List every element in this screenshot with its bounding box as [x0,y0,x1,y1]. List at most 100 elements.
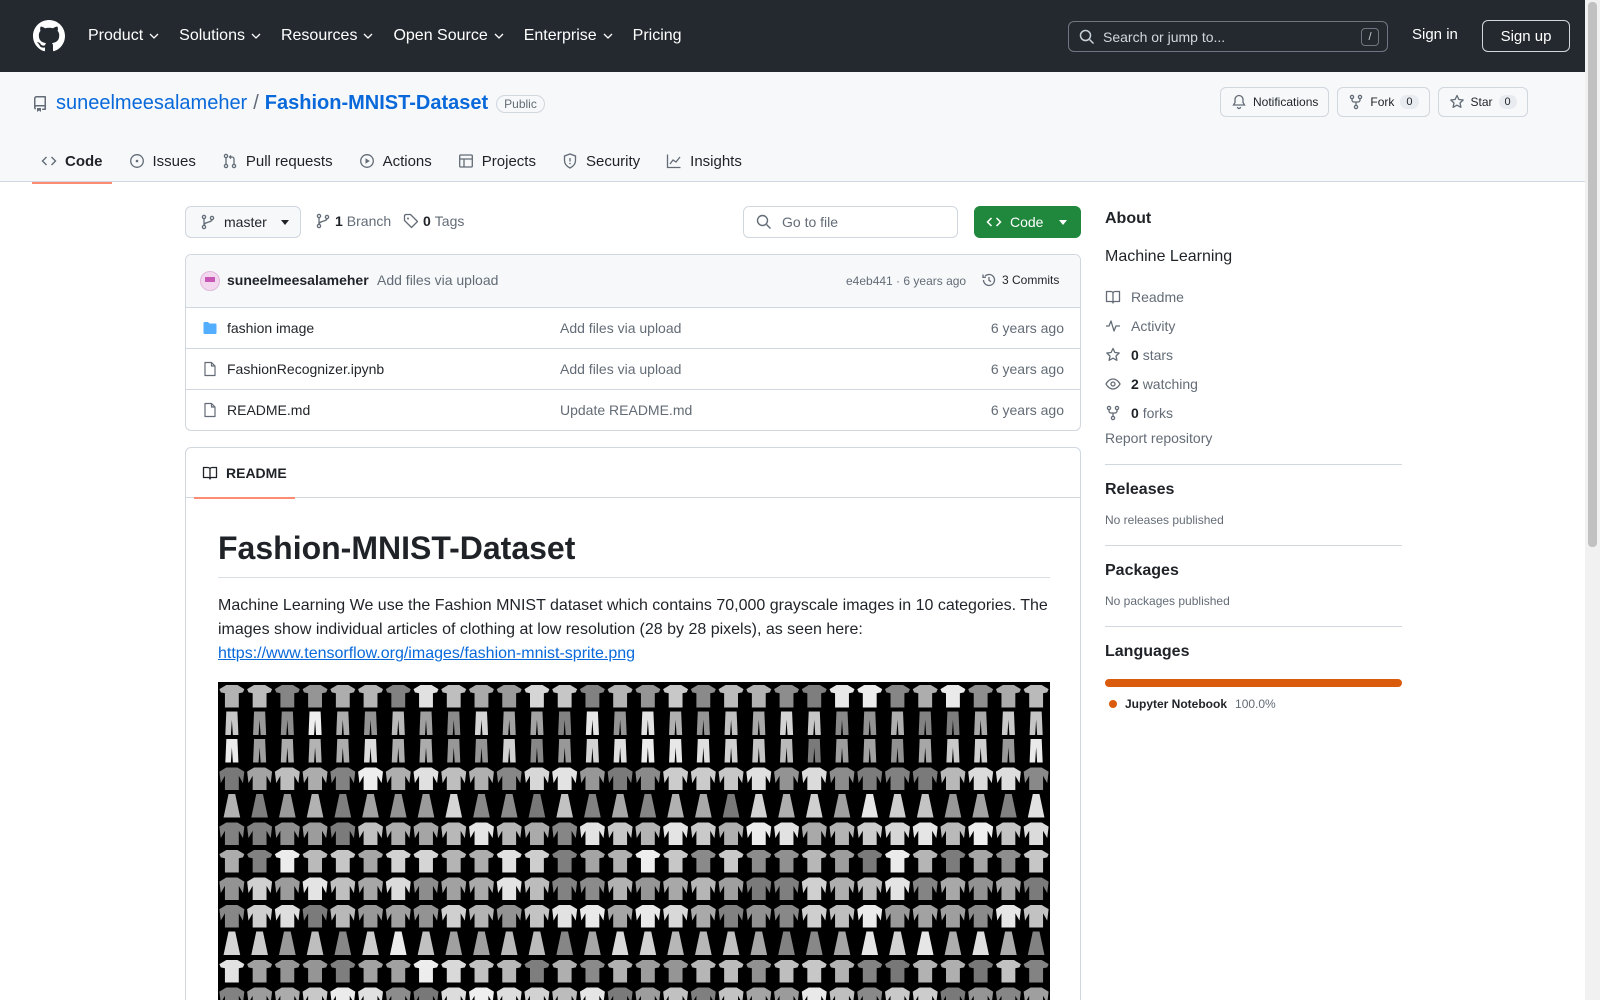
repo-separator: / [253,92,259,114]
forks-link[interactable]: 0 forks [1105,398,1402,427]
file-commit-message[interactable]: Update README.md [560,402,692,418]
clothing-item [251,794,268,818]
clothing-item [639,794,657,818]
clothing-item [247,850,273,873]
clothing-item [995,877,1021,900]
scrollbar-thumb[interactable] [1588,2,1597,547]
branch-label: Branch [346,213,392,229]
star-button[interactable]: Star 0 [1437,87,1528,117]
file-name-link[interactable]: FashionRecognizer.ipynb [227,361,384,377]
history-icon [982,273,996,287]
clothing-item [912,850,938,873]
clothing-item [385,877,411,900]
clothing-item [774,987,800,1000]
tab-projects[interactable]: Projects [449,140,545,182]
star-count: 0 [1498,95,1517,109]
tab-actions[interactable]: Actions [350,140,441,182]
page-scrollbar[interactable] [1585,0,1600,1000]
clothing-item [552,987,578,1000]
clothing-item [774,685,800,708]
clothing-item [413,877,439,900]
file-commit-message[interactable]: Add files via upload [560,320,681,336]
clothing-item [912,905,938,928]
nav-pricing[interactable]: Pricing [633,27,682,45]
clothing-item [330,960,356,983]
chevron-down-icon [251,33,261,39]
github-logo-icon[interactable] [33,20,65,52]
clothing-item [274,987,300,1000]
file-name-link[interactable]: fashion image [227,320,314,336]
commit-hash-time[interactable]: e4eb441 · 6 years ago [846,274,966,288]
code-dropdown-button[interactable]: Code [974,206,1081,238]
nav-solutions[interactable]: Solutions [179,27,261,45]
clothing-item [585,711,599,735]
tab-readme[interactable]: README [194,448,295,499]
clothing-item [912,767,938,790]
clothing-item [496,767,522,790]
clothing-item [805,931,823,955]
file-commit-message[interactable]: Add files via upload [560,361,681,377]
clothing-item [253,711,267,735]
commit-message-link[interactable]: Add files via upload [377,272,498,288]
file-name-link[interactable]: README.md [227,402,310,418]
commits-link[interactable]: 3 Commits [981,272,1059,288]
clothing-item [447,739,461,763]
clothing-item [219,850,245,873]
nav-resources[interactable]: Resources [281,27,373,45]
nav-open-source[interactable]: Open Source [393,27,504,45]
table-row[interactable]: FashionRecognizer.ipynb Add files via up… [186,349,1080,390]
language-item[interactable]: Jupyter Notebook 100.0% [1105,697,1402,711]
clothing-item [690,877,716,900]
branch-selector[interactable]: master [185,206,301,238]
avatar[interactable] [200,271,220,291]
readme-link[interactable]: Readme [1105,282,1402,311]
clothing-item [391,711,405,735]
stars-link[interactable]: 0 stars [1105,340,1402,369]
clothing-item [1029,739,1043,763]
watching-link[interactable]: 2 watching [1105,369,1402,398]
repo-tabs: Code Issues Pull requests Actions Projec… [32,140,759,184]
sign-up-button[interactable]: Sign up [1482,20,1570,52]
report-repository-link[interactable]: Report repository [1105,430,1402,446]
clothing-item [974,711,988,735]
fork-button[interactable]: Fork 0 [1337,87,1430,117]
tags-link[interactable]: 0 Tags [403,213,464,229]
commit-author-link[interactable]: suneelmeesalameher [227,272,369,288]
tab-security[interactable]: Security [553,140,649,182]
tab-issues[interactable]: Issues [120,140,205,182]
clothing-item [496,850,522,873]
packages-heading[interactable]: Packages [1105,562,1402,580]
clothing-item [801,685,827,708]
clothing-item [718,877,744,900]
clothing-item [524,822,550,845]
file-commit-time: 6 years ago [990,402,1064,418]
sign-in-link[interactable]: Sign in [1412,26,1458,43]
clothing-item [358,960,384,983]
clothing-item [746,877,772,900]
tab-pull-requests[interactable]: Pull requests [213,140,342,182]
nav-enterprise[interactable]: Enterprise [524,27,613,45]
clothing-item [829,960,855,983]
table-row[interactable]: fashion image Add files via upload 6 yea… [186,308,1080,349]
readme-tab-label: README [226,465,287,481]
table-row[interactable]: README.md Update README.md 6 years ago [186,390,1080,430]
clothing-item [607,850,633,873]
clothing-item [746,960,772,983]
branches-link[interactable]: 1 Branch [315,213,391,229]
global-search-input[interactable]: Search or jump to... / [1068,21,1388,52]
notifications-button[interactable]: Notifications [1220,87,1330,117]
clothing-item [613,711,627,735]
tab-insights[interactable]: Insights [657,140,751,182]
tab-code[interactable]: Code [32,140,112,184]
readme-sprite-link[interactable]: https://www.tensorflow.org/images/fashio… [218,645,635,662]
clothing-item [641,739,655,763]
releases-heading[interactable]: Releases [1105,481,1402,499]
go-to-file-input[interactable]: Go to file [743,206,958,238]
repo-owner-link[interactable]: suneelmeesalameher [56,92,247,115]
clothing-item [330,767,356,790]
repo-name-link[interactable]: Fashion-MNIST-Dataset [265,92,488,115]
activity-link[interactable]: Activity [1105,311,1402,340]
clothing-item [724,711,738,735]
nav-product[interactable]: Product [88,27,159,45]
global-nav: Product Solutions Resources Open Source … [88,0,702,72]
